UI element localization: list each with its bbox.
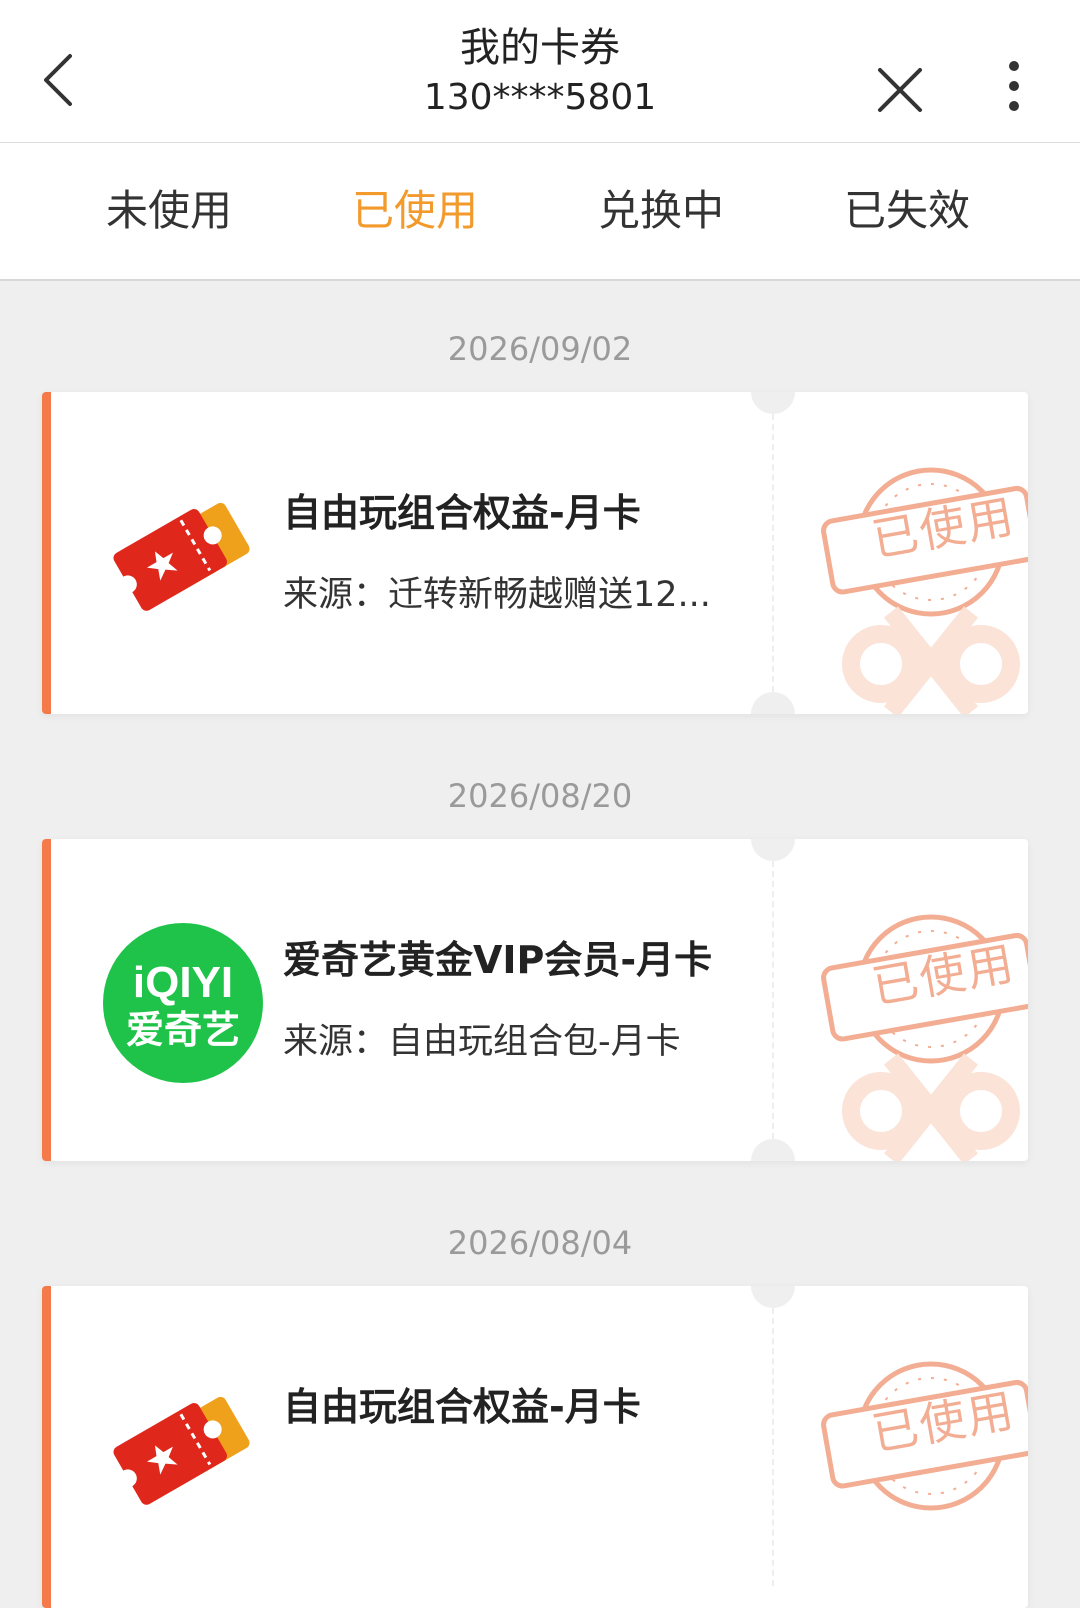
tab-unused[interactable]: 未使用 — [34, 143, 304, 279]
coupon-source: 来源：自由玩组合包-月卡 — [283, 1022, 681, 1062]
coupon-date: 2026/08/20 — [447, 777, 633, 815]
close-button[interactable] — [872, 62, 928, 118]
coupon-card[interactable]: iQIYI 爱奇艺 爱奇艺黄金VIP会员-月卡 来源：自由玩组合包-月卡 已使用 — [42, 839, 1028, 1161]
coupon-source: 来源：迁转新畅越赠送12... — [283, 575, 711, 615]
coupon-date: 2026/08/04 — [447, 1224, 633, 1262]
card-notch — [751, 692, 795, 714]
card-notch — [751, 1286, 795, 1308]
card-notch — [751, 839, 795, 861]
more-vertical-icon — [1009, 61, 1019, 111]
card-divider — [772, 861, 774, 1139]
card-divider — [772, 1308, 774, 1586]
more-button[interactable] — [990, 56, 1038, 120]
coupon-title: 自由玩组合权益-月卡 — [283, 491, 641, 535]
ticket-icon — [103, 1370, 263, 1530]
iqiyi-logo-icon: iQIYI 爱奇艺 — [103, 923, 263, 1083]
top-bar: 我的卡券 130****5801 — [0, 0, 1080, 143]
tab-used[interactable]: 已使用 — [280, 143, 550, 279]
card-notch — [751, 1139, 795, 1161]
close-icon — [878, 68, 922, 112]
knot-watermark-icon — [821, 1039, 1028, 1161]
coupon-card[interactable]: 自由玩组合权益-月卡 来源：迁转新畅越赠送12... 已使用 — [42, 392, 1028, 714]
coupon-card[interactable]: 自由玩组合权益-月卡 已使用 — [42, 1286, 1028, 1608]
chevron-left-icon — [44, 54, 72, 106]
tab-redeeming[interactable]: 兑换中 — [526, 143, 796, 279]
iqiyi-logo-text: iQIYI — [133, 958, 233, 1007]
status-tabs: 未使用 已使用 兑换中 已失效 — [0, 143, 1080, 281]
coupon-title: 爱奇艺黄金VIP会员-月卡 — [283, 938, 713, 982]
tab-expired[interactable]: 已失效 — [772, 143, 1042, 279]
coupon-date: 2026/09/02 — [447, 330, 633, 368]
phone-number: 130****5801 — [423, 77, 657, 118]
ticket-icon — [103, 476, 263, 636]
page-title: 我的卡券 — [460, 25, 620, 71]
back-button[interactable] — [36, 48, 92, 112]
card-notch — [751, 392, 795, 414]
knot-watermark-icon — [821, 592, 1028, 714]
iqiyi-logo-text-cn: 爱奇艺 — [126, 1008, 240, 1052]
coupon-title: 自由玩组合权益-月卡 — [283, 1385, 641, 1429]
card-divider — [772, 414, 774, 692]
used-stamp: 已使用 — [821, 1356, 1028, 1526]
